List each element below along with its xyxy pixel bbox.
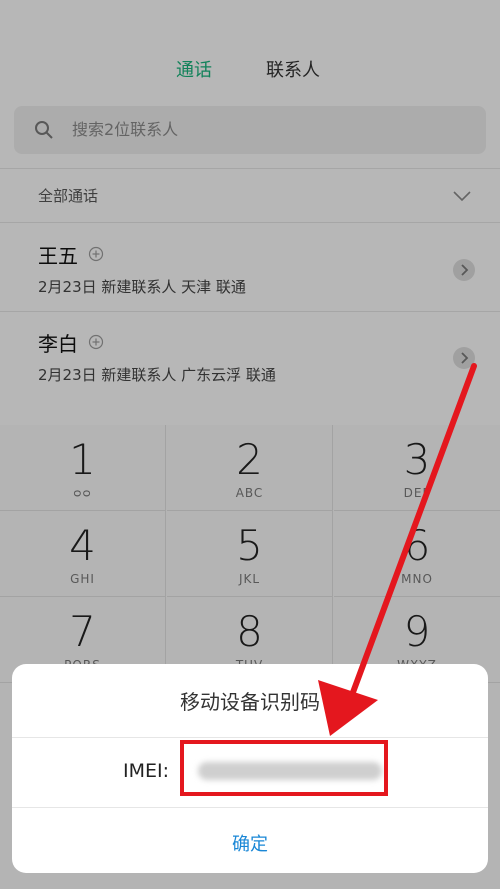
annotation-highlight-box <box>180 740 388 796</box>
imei-label: IMEI: <box>123 760 170 782</box>
dialog-title: 移动设备识别码 <box>180 690 320 714</box>
divider <box>12 807 488 808</box>
watermark-logo: Bai百 经验 <box>386 846 469 865</box>
divider <box>12 737 488 738</box>
